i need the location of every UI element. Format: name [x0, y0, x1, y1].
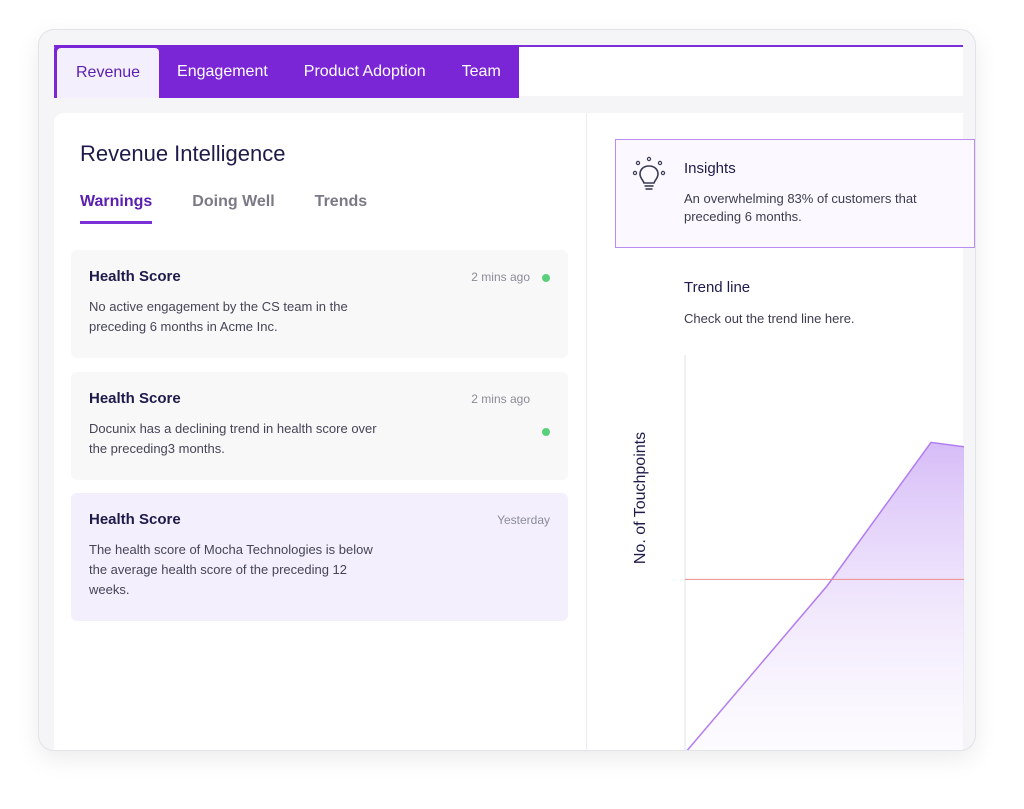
trend-subtitle: Check out the trend line here.: [684, 311, 855, 326]
insights-title: Insights: [684, 160, 736, 177]
app-frame: Revenue Engagement Product Adoption Team…: [38, 29, 976, 751]
warning-body: Docunix has a declining trend in health …: [89, 421, 377, 456]
tab-revenue[interactable]: Revenue: [57, 48, 160, 98]
insights-panel: Insights An overwhelming 83% of customer…: [586, 113, 975, 750]
warning-card[interactable]: Health Score Yesterday The health score …: [71, 493, 568, 621]
insights-line: preceding 6 months.: [684, 209, 802, 224]
warning-body: The health score of Mocha Technologies i…: [89, 542, 373, 597]
insights-line: An overwhelming 83% of customers that: [684, 191, 917, 206]
tab-product-adoption[interactable]: Product Adoption: [286, 45, 444, 98]
subtab-warnings[interactable]: Warnings: [80, 193, 153, 224]
trend-chart: [684, 355, 964, 750]
lightbulb-icon: [632, 156, 666, 190]
warning-time: 2 mins ago: [471, 270, 530, 284]
tabs-group: Revenue Engagement Product Adoption Team: [54, 45, 519, 98]
subtabs: Warnings Doing Well Trends: [80, 193, 367, 224]
warning-card[interactable]: Health Score 2 mins ago Docunix has a de…: [71, 372, 568, 480]
status-dot: [542, 274, 550, 282]
warning-title: Health Score: [89, 511, 181, 528]
warning-card[interactable]: Health Score 2 mins ago No active engage…: [71, 250, 568, 358]
subtab-doing-well[interactable]: Doing Well: [192, 193, 274, 224]
warning-time: 2 mins ago: [471, 392, 530, 406]
insights-box: Insights An overwhelming 83% of customer…: [615, 139, 975, 248]
status-dot: [542, 428, 550, 436]
subtab-trends[interactable]: Trends: [315, 193, 367, 224]
tab-engagement[interactable]: Engagement: [159, 45, 286, 98]
trend-title: Trend line: [684, 279, 751, 296]
tab-bar: Revenue Engagement Product Adoption Team: [54, 45, 963, 98]
revenue-intelligence-panel: Revenue Intelligence Warnings Doing Well…: [54, 113, 586, 750]
warning-body: No active engagement by the CS team in t…: [89, 299, 348, 334]
tab-team[interactable]: Team: [444, 45, 519, 98]
insights-text: An overwhelming 83% of customers that pr…: [684, 190, 917, 226]
panel-title: Revenue Intelligence: [80, 141, 286, 166]
warning-time: Yesterday: [497, 513, 550, 527]
